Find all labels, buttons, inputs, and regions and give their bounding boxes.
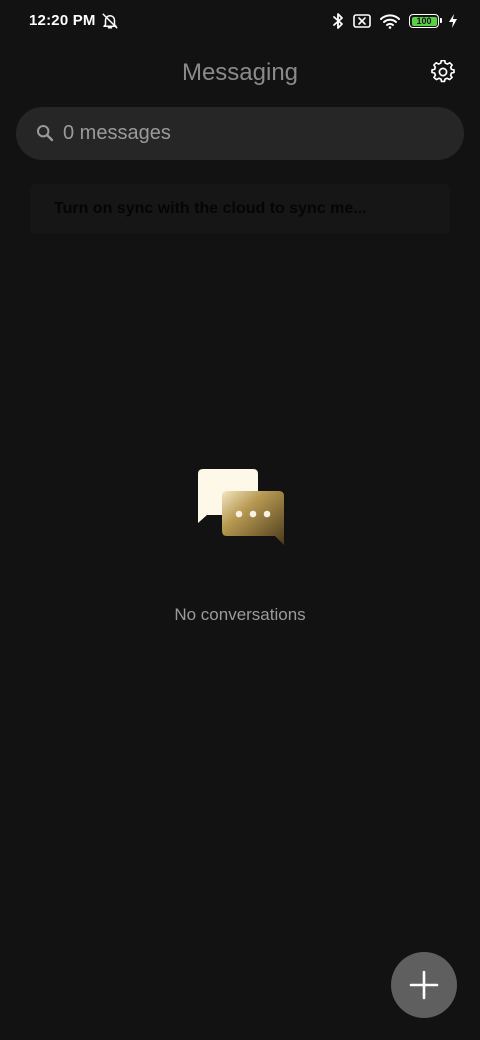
battery-level: 100 [416,15,432,26]
chat-bubbles-icon [198,469,284,545]
battery-icon: 100 [409,14,442,28]
battery-nub [440,18,442,23]
settings-button[interactable] [430,59,456,85]
wifi-icon [380,14,400,29]
app-header: Messaging [0,50,480,96]
empty-state-text: No conversations [174,605,306,624]
bluetooth-icon [333,13,343,29]
plus-icon [409,970,439,1000]
sync-banner[interactable]: Turn on sync with the cloud to sync me..… [30,184,450,234]
gear-icon [431,60,455,83]
status-icons: 100 [332,11,458,31]
sync-banner-text: Turn on sync with the cloud to sync me..… [54,200,367,217]
no-sim-icon [353,14,371,28]
charging-icon [449,14,457,28]
search-input[interactable] [63,107,443,160]
search-bar[interactable] [16,107,464,160]
page-title: Messaging [181,59,299,86]
search-icon [37,125,54,142]
status-time: 12:20 PM [29,12,96,29]
status-bar: 12:20 PM 100 [0,0,480,44]
new-conversation-button[interactable] [391,952,457,1018]
alarm-off-icon [102,13,118,29]
